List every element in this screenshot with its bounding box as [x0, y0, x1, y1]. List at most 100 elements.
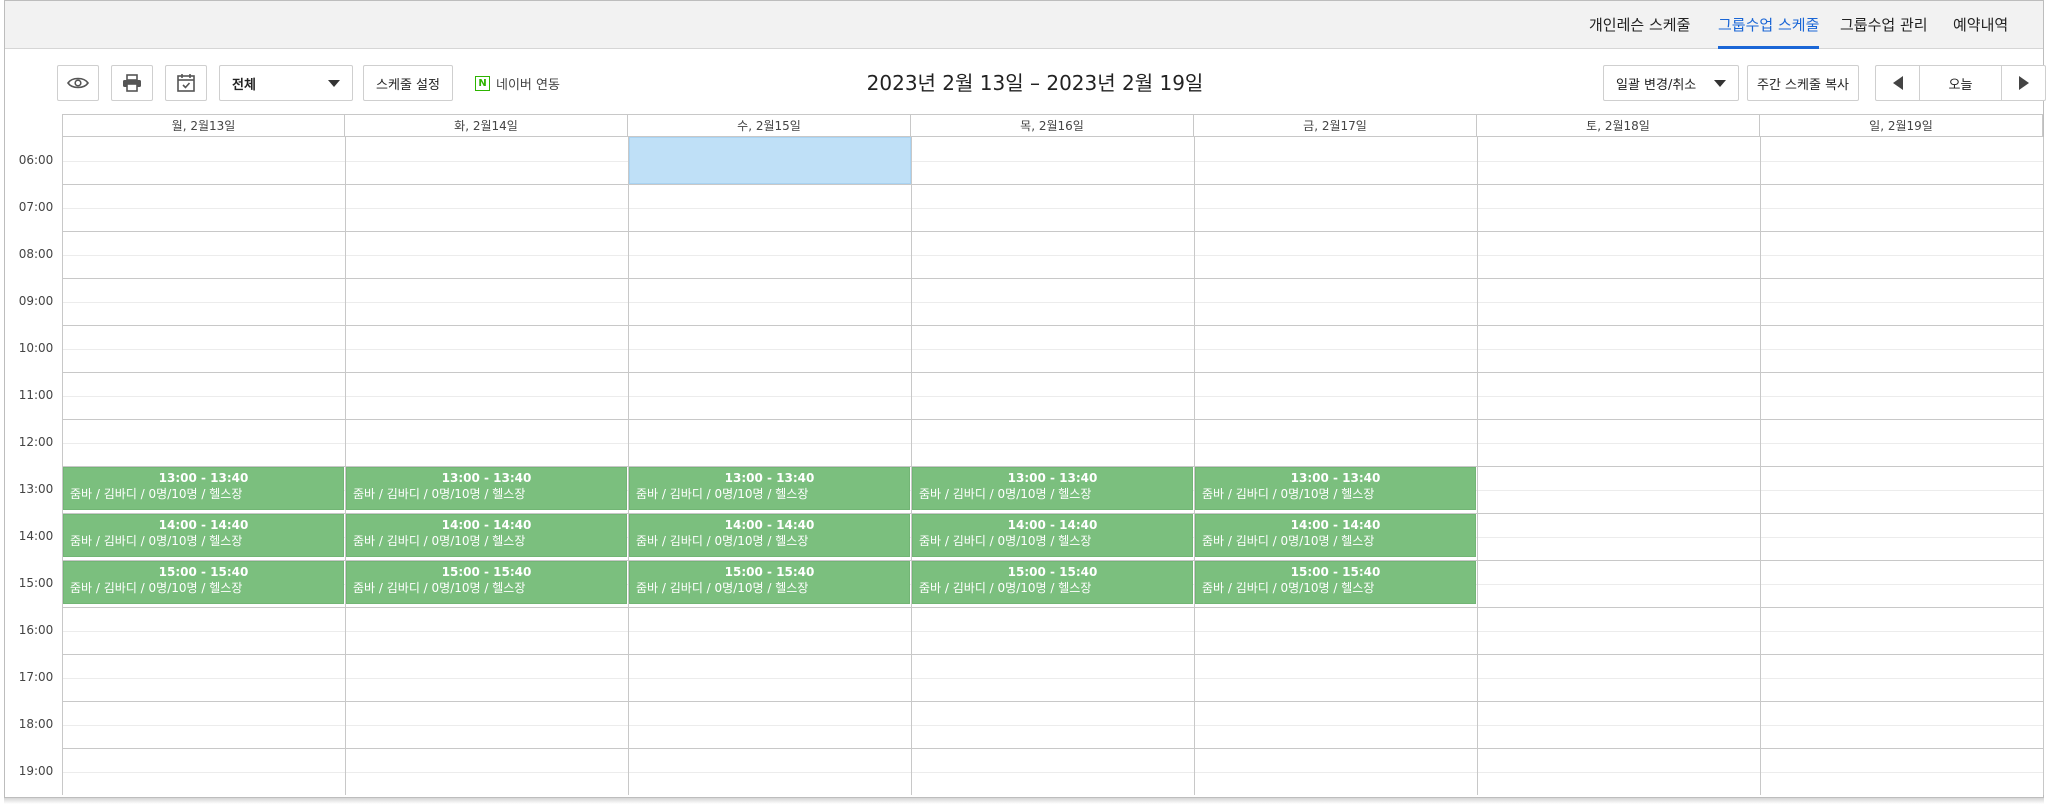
- half-hour-line: [62, 161, 2043, 162]
- tab-group-class-schedule[interactable]: 그룹수업 스케줄: [1718, 1, 1820, 49]
- half-hour-line: [62, 396, 2043, 397]
- event-description: 줌바 / 김바디 / 0명/10명 / 헬스장: [353, 487, 526, 501]
- bulk-change-cancel-select[interactable]: 일괄 변경/취소: [1603, 65, 1739, 101]
- today-button[interactable]: 오늘: [1920, 66, 2001, 100]
- class-event[interactable]: 15:00 - 15:40 줌바 / 김바디 / 0명/10명 / 헬스장: [912, 561, 1193, 604]
- printer-icon: [123, 74, 141, 92]
- event-description: 줌바 / 김바디 / 0명/10명 / 헬스장: [636, 487, 809, 501]
- event-description: 줌바 / 김바디 / 0명/10명 / 헬스장: [919, 581, 1092, 595]
- event-description: 줌바 / 김바디 / 0명/10명 / 헬스장: [353, 534, 526, 548]
- class-event[interactable]: 14:00 - 14:40 줌바 / 김바디 / 0명/10명 / 헬스장: [346, 514, 627, 557]
- next-week-button[interactable]: [2001, 66, 2045, 100]
- day-column-divider: [1760, 137, 1761, 795]
- hour-line: [62, 184, 2043, 185]
- event-time: 14:00 - 14:40: [158, 518, 249, 532]
- time-label: 12:00: [18, 435, 54, 449]
- day-column-divider: [628, 137, 629, 795]
- arrow-right-icon: [2018, 76, 2029, 90]
- event-time: 14:00 - 14:40: [1290, 518, 1381, 532]
- copy-week-schedule-button[interactable]: 주간 스케줄 복사: [1747, 65, 1859, 101]
- selected-time-slot[interactable]: [629, 137, 911, 184]
- time-label: 09:00: [18, 294, 54, 308]
- tab-group-class-management[interactable]: 그룹수업 관리: [1840, 1, 1928, 49]
- hour-line: [62, 278, 2043, 279]
- time-label: 14:00: [18, 529, 54, 543]
- class-event[interactable]: 13:00 - 13:40 줌바 / 김바디 / 0명/10명 / 헬스장: [63, 467, 344, 510]
- class-event[interactable]: 13:00 - 13:40 줌바 / 김바디 / 0명/10명 / 헬스장: [912, 467, 1193, 510]
- half-hour-line: [62, 772, 2043, 773]
- time-label: 10:00: [18, 341, 54, 355]
- event-description: 줌바 / 김바디 / 0명/10명 / 헬스장: [70, 534, 243, 548]
- class-event[interactable]: 14:00 - 14:40 줌바 / 김바디 / 0명/10명 / 헬스장: [63, 514, 344, 557]
- class-event[interactable]: 14:00 - 14:40 줌바 / 김바디 / 0명/10명 / 헬스장: [1195, 514, 1476, 557]
- half-hour-line: [62, 208, 2043, 209]
- chevron-down-icon: [328, 79, 340, 87]
- print-button[interactable]: [111, 65, 153, 101]
- event-time: 14:00 - 14:40: [1007, 518, 1098, 532]
- event-description: 줌바 / 김바디 / 0명/10명 / 헬스장: [636, 581, 809, 595]
- prev-week-button[interactable]: [1876, 66, 1920, 100]
- half-hour-line: [62, 349, 2043, 350]
- day-header: 목, 2월16일: [911, 114, 1194, 137]
- day-column-divider: [911, 137, 912, 795]
- class-event[interactable]: 15:00 - 15:40 줌바 / 김바디 / 0명/10명 / 헬스장: [63, 561, 344, 604]
- week-range-title: 2023년 2월 13일 – 2023년 2월 19일: [866, 71, 1204, 95]
- hour-line: [62, 748, 2043, 749]
- time-label: 15:00: [18, 576, 54, 590]
- day-header: 토, 2월18일: [1477, 114, 1760, 137]
- class-event[interactable]: 13:00 - 13:40 줌바 / 김바디 / 0명/10명 / 헬스장: [1195, 467, 1476, 510]
- date-picker-button[interactable]: [165, 65, 207, 101]
- event-time: 13:00 - 13:40: [1007, 471, 1098, 485]
- class-event[interactable]: 14:00 - 14:40 줌바 / 김바디 / 0명/10명 / 헬스장: [629, 514, 910, 557]
- naver-integration-toggle[interactable]: N 네이버 연동: [475, 74, 560, 93]
- top-nav: 개인레슨 스케줄 그룹수업 스케줄 그룹수업 관리 예약내역: [5, 1, 2043, 49]
- half-hour-line: [62, 631, 2043, 632]
- event-time: 15:00 - 15:40: [724, 565, 815, 579]
- schedule-settings-button[interactable]: 스케줄 설정: [363, 65, 453, 101]
- time-label: 18:00: [18, 717, 54, 731]
- event-description: 줌바 / 김바디 / 0명/10명 / 헬스장: [353, 581, 526, 595]
- day-column-divider: [62, 137, 63, 795]
- class-event[interactable]: 13:00 - 13:40 줌바 / 김바디 / 0명/10명 / 헬스장: [346, 467, 627, 510]
- event-time: 15:00 - 15:40: [158, 565, 249, 579]
- day-header: 화, 2월14일: [345, 114, 628, 137]
- day-header: 수, 2월15일: [628, 114, 911, 137]
- hour-line: [62, 231, 2043, 232]
- event-time: 13:00 - 13:40: [1290, 471, 1381, 485]
- event-time: 14:00 - 14:40: [441, 518, 532, 532]
- time-label: 11:00: [18, 388, 54, 402]
- time-label: 06:00: [18, 153, 54, 167]
- time-label: 13:00: [18, 482, 54, 496]
- day-column-divider: [2043, 137, 2044, 795]
- class-event[interactable]: 15:00 - 15:40 줌바 / 김바디 / 0명/10명 / 헬스장: [629, 561, 910, 604]
- view-toggle-button[interactable]: [57, 65, 99, 101]
- tab-personal-lesson-schedule[interactable]: 개인레슨 스케줄: [1589, 1, 1690, 49]
- day-column-divider: [1194, 137, 1195, 795]
- hour-line: [62, 654, 2043, 655]
- hour-line: [62, 325, 2043, 326]
- class-event[interactable]: 15:00 - 15:40 줌바 / 김바디 / 0명/10명 / 헬스장: [1195, 561, 1476, 604]
- event-time: 15:00 - 15:40: [1007, 565, 1098, 579]
- class-event[interactable]: 15:00 - 15:40 줌바 / 김바디 / 0명/10명 / 헬스장: [346, 561, 627, 604]
- schedule-app: 개인레슨 스케줄 그룹수업 스케줄 그룹수업 관리 예약내역 전체 스케줄 설정: [4, 0, 2046, 798]
- class-event[interactable]: 14:00 - 14:40 줌바 / 김바디 / 0명/10명 / 헬스장: [912, 514, 1193, 557]
- event-description: 줌바 / 김바디 / 0명/10명 / 헬스장: [919, 534, 1092, 548]
- time-label: 07:00: [18, 200, 54, 214]
- arrow-left-icon: [1892, 76, 1903, 90]
- week-navigator: 오늘: [1875, 65, 2046, 101]
- event-time: 14:00 - 14:40: [724, 518, 815, 532]
- class-event[interactable]: 13:00 - 13:40 줌바 / 김바디 / 0명/10명 / 헬스장: [629, 467, 910, 510]
- tab-reservation-history[interactable]: 예약내역: [1953, 1, 2008, 49]
- event-description: 줌바 / 김바디 / 0명/10명 / 헬스장: [636, 534, 809, 548]
- time-label: 17:00: [18, 670, 54, 684]
- event-time: 13:00 - 13:40: [724, 471, 815, 485]
- event-description: 줌바 / 김바디 / 0명/10명 / 헬스장: [1202, 487, 1375, 501]
- day-header: 월, 2월13일: [62, 114, 345, 137]
- hour-line: [62, 419, 2043, 420]
- hour-line: [62, 607, 2043, 608]
- filter-select[interactable]: 전체: [219, 65, 353, 101]
- day-header: 금, 2월17일: [1194, 114, 1477, 137]
- time-label: 08:00: [18, 247, 54, 261]
- filter-select-value: 전체: [232, 77, 256, 93]
- event-time: 15:00 - 15:40: [1290, 565, 1381, 579]
